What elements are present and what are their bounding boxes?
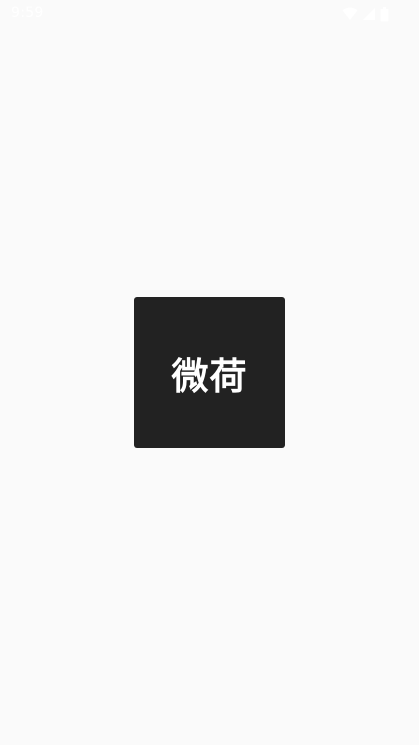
app-logo-text: 微荷 (171, 354, 248, 398)
status-time: 9:59 (11, 5, 44, 21)
status-icons (342, 6, 389, 22)
status-bar: 9:59 (0, 0, 419, 28)
cellular-signal-icon (362, 7, 376, 21)
battery-icon (380, 6, 389, 22)
splash-screen: 9:59 微荷 (0, 0, 419, 745)
wifi-icon (342, 7, 358, 21)
app-logo: 微荷 (134, 297, 285, 448)
